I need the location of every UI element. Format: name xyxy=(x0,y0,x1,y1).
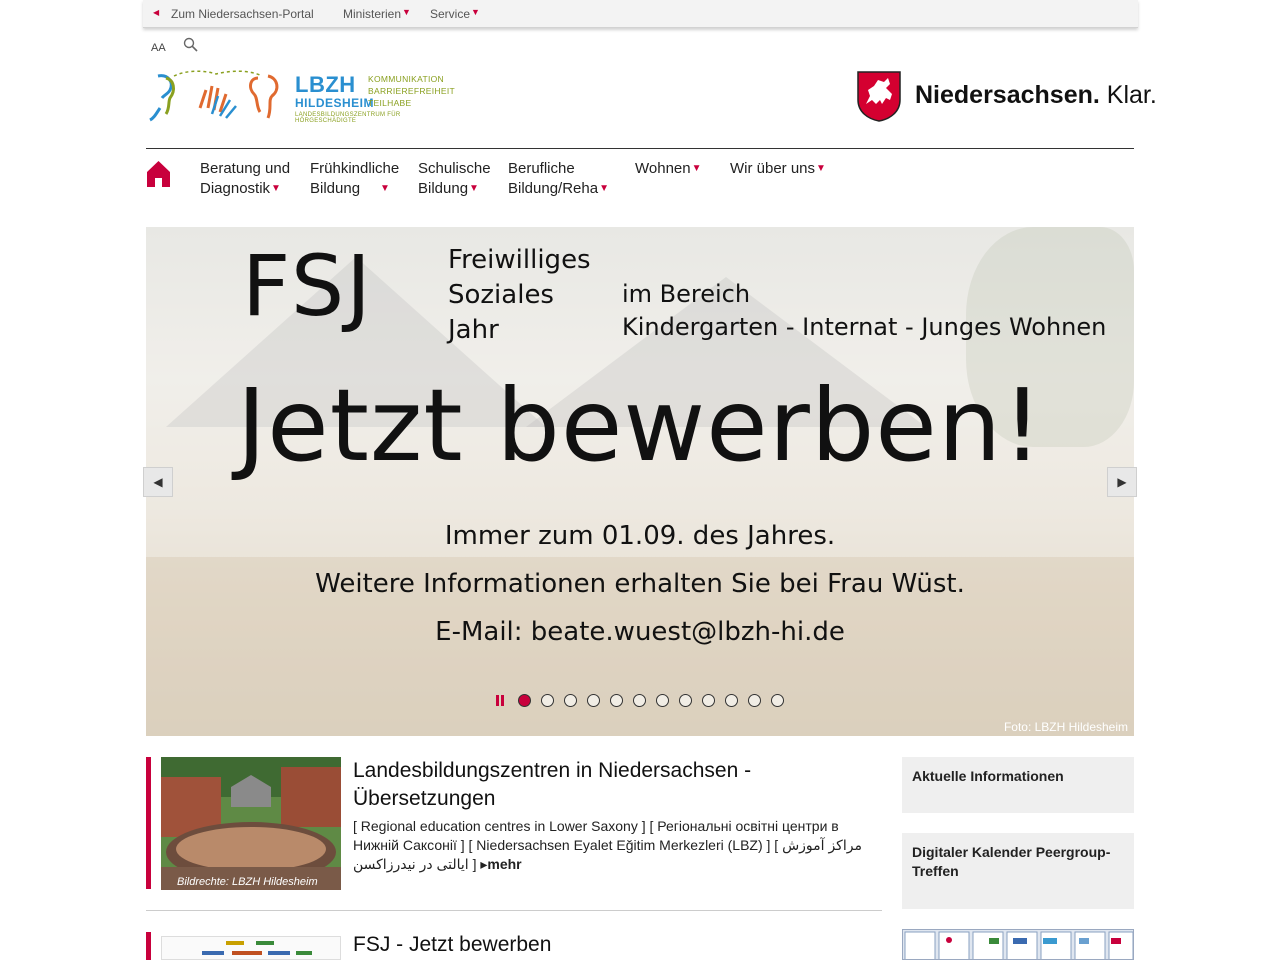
slide-area-list: Kindergarten - Internat - Junges Wohnen xyxy=(622,313,1107,341)
teaser-image[interactable] xyxy=(161,936,341,960)
teaser-divider xyxy=(146,910,882,911)
menu-ministerien[interactable]: Ministerien▼ xyxy=(343,7,411,21)
slide-dot[interactable] xyxy=(771,694,784,707)
teaser-image[interactable]: Bildrechte: LBZH Hildesheim xyxy=(161,757,341,890)
teaser-accent-bar xyxy=(146,932,151,960)
nav-beratung-diagnostik[interactable]: Beratung und Diagnostik▼ xyxy=(200,159,290,199)
lbzh-logo[interactable]: LBZH HILDESHEIM KOMMUNIKATION BARRIEREFR… xyxy=(146,68,455,124)
logo-tag: TEILHABE xyxy=(368,98,412,108)
nav-fruehkindliche-bildung[interactable]: Frühkindliche Bildung ▼ xyxy=(310,159,399,199)
slide-fsj: FSJ xyxy=(242,237,373,335)
slide-text: Immer zum 01.09. des Jahres. xyxy=(444,521,836,551)
nav-wir-ueber-uns[interactable]: Wir über uns▼ xyxy=(730,159,826,179)
slider-prev-button[interactable]: ◀ xyxy=(143,467,173,497)
triangle-down-icon: ▼ xyxy=(691,163,702,174)
calendar-thumbnail xyxy=(904,931,1133,959)
pause-icon[interactable] xyxy=(496,695,505,706)
slide-area-label: im Bereich xyxy=(622,280,751,308)
slide-fsj-word: Soziales xyxy=(448,280,554,310)
sidebar-box-aktuelle-informationen[interactable]: Aktuelle Informationen xyxy=(902,757,1134,813)
hero-slider[interactable]: FSJ Freiwilliges Soziales Jahr im Bereic… xyxy=(146,227,1134,736)
calendar-preview-image[interactable] xyxy=(902,929,1134,960)
slide-fsj-word: Jahr xyxy=(448,315,499,345)
triangle-left-icon: ◀ xyxy=(153,8,160,17)
slide-headline: Jetzt bewerben! xyxy=(236,367,1044,484)
image-credit: Bildrechte: LBZH Hildesheim xyxy=(177,876,318,888)
slider-next-button[interactable]: ▶ xyxy=(1107,467,1137,497)
slide-dot[interactable] xyxy=(656,694,669,707)
word-cloud-image xyxy=(202,941,312,955)
slide-dot[interactable] xyxy=(610,694,623,707)
slide-email: E-Mail: beate.wuest@lbzh-hi.de xyxy=(435,617,845,647)
triangle-down-icon: ▼ xyxy=(271,183,281,194)
logo-city: HILDESHEIM xyxy=(295,96,375,110)
logo-subtitle: LANDESBILDUNGSZENTRUM FÜR HÖRGESCHÄDIGTE xyxy=(295,112,401,124)
slide-dot[interactable] xyxy=(702,694,715,707)
slide-dot[interactable] xyxy=(518,694,531,707)
slide-fsj-word: Freiwilliges xyxy=(448,245,591,275)
slide-dot[interactable] xyxy=(587,694,600,707)
triangle-down-icon: ▼ xyxy=(469,183,479,194)
home-icon[interactable] xyxy=(146,160,171,192)
header-divider xyxy=(146,148,1134,149)
font-size-toggle[interactable]: AA xyxy=(151,42,166,54)
nav-wohnen[interactable]: Wohnen▼ xyxy=(635,159,702,179)
school-aerial-photo xyxy=(161,757,341,890)
triangle-down-icon: ▼ xyxy=(599,183,609,194)
slide-dot[interactable] xyxy=(541,694,554,707)
niedersachsen-claim: Niedersachsen. Klar. xyxy=(915,81,1157,109)
logo-tag: BARRIEREFREIHEIT xyxy=(368,86,455,96)
portal-link[interactable]: ◀ Zum Niedersachsen-Portal xyxy=(153,7,314,21)
slide-dot[interactable] xyxy=(725,694,738,707)
niedersachsen-logo[interactable]: Niedersachsen. Klar. xyxy=(856,70,1157,122)
slide-dot[interactable] xyxy=(679,694,692,707)
logo-name: LBZH xyxy=(295,72,356,97)
menu-service[interactable]: Service▼ xyxy=(430,7,480,21)
slide-dot[interactable] xyxy=(633,694,646,707)
arrow-left-icon: ◀ xyxy=(153,475,163,489)
teaser-title[interactable]: Landesbildungszentren in Niedersachsen -… xyxy=(353,757,833,813)
triangle-down-icon: ▼ xyxy=(471,7,480,17)
photo-credit: Foto: LBZH Hildesheim xyxy=(1003,720,1128,734)
teaser-title[interactable]: FSJ - Jetzt bewerben xyxy=(353,931,833,959)
triangle-down-icon: ▼ xyxy=(402,7,411,17)
lbzh-logo-graphic xyxy=(149,70,279,122)
logo-tag: KOMMUNIKATION xyxy=(368,74,444,84)
triangle-down-icon: ▼ xyxy=(380,183,390,194)
nav-schulische-bildung[interactable]: Schulische Bildung▼ xyxy=(418,159,491,199)
slide-dot[interactable] xyxy=(564,694,577,707)
arrow-right-icon: ▶ xyxy=(1117,475,1127,489)
nav-berufliche-bildung[interactable]: Berufliche Bildung/Reha▼ xyxy=(508,159,609,199)
search-icon[interactable] xyxy=(183,37,199,58)
horse-crest-icon xyxy=(857,71,901,122)
triangle-down-icon: ▼ xyxy=(816,163,826,174)
sidebar-box-peergroup-kalender[interactable]: Digitaler Kalender Peergroup-Treffen xyxy=(902,833,1134,909)
teaser-accent-bar xyxy=(146,757,151,889)
slide-text: Weitere Informationen erhalten Sie bei F… xyxy=(315,569,965,599)
more-link[interactable]: ▸mehr xyxy=(480,856,521,872)
utility-bar: ◀ Zum Niedersachsen-Portal Ministerien▼ … xyxy=(143,0,1138,28)
teaser-text: [ Regional education centres in Lower Sa… xyxy=(353,818,862,872)
slide-dot[interactable] xyxy=(748,694,761,707)
